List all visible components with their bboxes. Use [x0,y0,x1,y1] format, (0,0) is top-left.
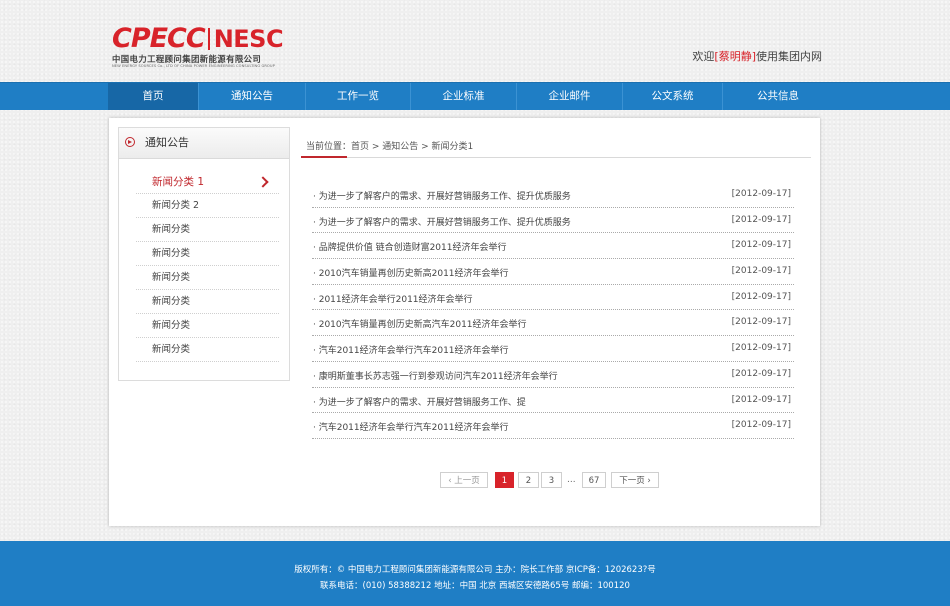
sidebar-item-label: 新闻分类 [152,224,191,235]
news-date: [2012-09-17] [731,291,791,302]
news-date: [2012-09-17] [731,266,791,277]
sidebar: 通知公告 新闻分类 1 新闻分类 2 新闻分类 新闻分类 新闻分类 新闻分类 新… [118,127,290,381]
news-title[interactable]: · 2011经济年会举行2011经济年会举行 [313,292,473,305]
chevron-right-icon: › [644,476,651,486]
news-title[interactable]: · 2010汽车销量再创历史新高2011经济年会举行 [313,266,509,279]
news-date: [2012-09-17] [731,214,791,225]
page-button-3[interactable]: 3 [541,472,562,488]
chevron-right-icon [257,176,269,188]
sidebar-item-label: 新闻分类 [152,272,191,283]
list-item[interactable]: · 2011经济年会举行2011经济年会举行 [2012-09-17] [312,285,794,311]
sidebar-item-label: 新闻分类 1 [152,176,205,188]
header: CPECC NESC 中国电力工程顾问集团新能源有限公司 NEW ENERGY … [0,0,950,82]
sidebar-item-category-1[interactable]: 新闻分类 1 [136,170,279,194]
news-title[interactable]: · 为进一步了解客户的需求、开展好营销服务工作、提 [313,395,526,408]
welcome-suffix: 使用集团内网 [756,50,822,63]
nav-item-documents[interactable]: 公文系统 [623,83,723,110]
news-date: [2012-09-17] [731,394,791,405]
logo-wordmark: CPECC NESC [112,23,284,54]
footer-copyright: 版权所有：© 中国电力工程顾问集团新能源有限公司 主办：院长工作部 京ICP备：… [294,565,656,575]
nav-item-public-info[interactable]: 公共信息 [723,83,833,110]
sidebar-item-category[interactable]: 新闻分类 [136,314,279,338]
nav-item-standards[interactable]: 企业标准 [411,83,517,110]
sidebar-header: 通知公告 [119,128,289,159]
sidebar-item-label: 新闻分类 [152,320,191,331]
news-list: · 为进一步了解客户的需求、开展好营销服务工作、提升优质服务 [2012-09-1… [312,182,794,439]
news-title[interactable]: · 康明斯董事长苏志强一行到参观访问汽车2011经济年会举行 [313,369,558,382]
news-date: [2012-09-17] [731,189,791,199]
arrow-circle-icon [125,137,135,147]
logo-nesc: NESC [213,25,284,53]
breadcrumb-text[interactable]: 当前位置：首页 > 通知公告 > 新闻分类1 [306,139,473,152]
page-button-1[interactable]: 1 [495,472,514,488]
page-button-2[interactable]: 2 [518,472,539,488]
list-item[interactable]: · 品牌提供价值 链合创造财富2011经济年会举行 [2012-09-17] [312,233,794,260]
news-date: [2012-09-17] [731,420,791,431]
news-title[interactable]: · 汽车2011经济年会举行汽车2011经济年会举行 [313,343,509,356]
list-item[interactable]: · 康明斯董事长苏志强一行到参观访问汽车2011经济年会举行 [2012-09-1… [312,362,794,388]
nav-item-notices[interactable]: 通知公告 [199,83,306,110]
news-title[interactable]: · 为进一步了解客户的需求、开展好营销服务工作、提升优质服务 [313,189,571,202]
sidebar-item-label: 新闻分类 [152,296,191,307]
sidebar-item-label: 新闻分类 [152,344,191,355]
nav-item-work[interactable]: 工作一览 [306,83,411,110]
next-page-label: 下一页 [619,476,645,486]
logo-cpecc: CPECC [112,23,206,54]
news-date: [2012-09-17] [731,317,791,328]
nav-item-mail[interactable]: 企业邮件 [517,83,623,110]
nav-item-home[interactable]: 首页 [108,83,199,110]
prev-page-button[interactable]: ‹ 上一页 [440,472,488,488]
user-name[interactable]: [蔡明静] [714,50,756,63]
footer: 版权所有：© 中国电力工程顾问集团新能源有限公司 主办：院长工作部 京ICP备：… [0,541,950,606]
sidebar-item-category[interactable]: 新闻分类 [136,290,279,314]
sidebar-item-label: 新闻分类 [152,248,191,259]
company-logo[interactable]: CPECC NESC 中国电力工程顾问集团新能源有限公司 NEW ENERGY … [112,23,284,69]
list-item[interactable]: · 为进一步了解客户的需求、开展好营销服务工作、提升优质服务 [2012-09-1… [312,182,794,208]
news-title[interactable]: · 品牌提供价值 链合创造财富2011经济年会举行 [313,240,507,253]
sidebar-title: 通知公告 [145,136,189,149]
sidebar-item-category-2[interactable]: 新闻分类 2 [136,194,279,218]
news-title[interactable]: · 为进一步了解客户的需求、开展好营销服务工作、提升优质服务 [313,215,571,228]
prev-page-label: 上一页 [454,476,480,486]
breadcrumb: 当前位置：首页 > 通知公告 > 新闻分类1 [301,135,811,158]
pagination-ellipsis: ... [567,475,576,485]
news-date: [2012-09-17] [731,343,791,354]
main-nav: 首页 通知公告 工作一览 企业标准 企业邮件 公文系统 公共信息 [0,82,950,110]
breadcrumb-underline [301,156,347,158]
list-item[interactable]: · 汽车2011经济年会举行汽车2011经济年会举行 [2012-09-17] [312,336,794,362]
sidebar-item-category[interactable]: 新闻分类 [136,338,279,362]
list-item[interactable]: · 2010汽车销量再创历史新高2011经济年会举行 [2012-09-17] [312,259,794,285]
next-page-button[interactable]: 下一页 › [611,472,659,488]
news-title[interactable]: · 汽车2011经济年会举行汽车2011经济年会举行 [313,420,509,433]
news-date: [2012-09-17] [731,368,791,379]
list-item[interactable]: · 为进一步了解客户的需求、开展好营销服务工作、提 [2012-09-17] [312,388,794,414]
sidebar-item-category[interactable]: 新闻分类 [136,242,279,266]
list-item[interactable]: · 汽车2011经济年会举行汽车2011经济年会举行 [2012-09-17] [312,413,794,439]
welcome-message: 欢迎[蔡明静]使用集团内网 [692,48,822,64]
list-item[interactable]: · 为进一步了解客户的需求、开展好营销服务工作、提升优质服务 [2012-09-1… [312,208,794,234]
page-button-last[interactable]: 67 [582,472,606,488]
logo-subtitle-en: NEW ENERGY SOURCES Co., LTD OF CHINA POW… [112,64,275,68]
content-panel: 通知公告 新闻分类 1 新闻分类 2 新闻分类 新闻分类 新闻分类 新闻分类 新… [109,118,820,526]
logo-divider [207,28,210,50]
logo-subtitle-cn: 中国电力工程顾问集团新能源有限公司 [112,54,262,64]
sidebar-item-category[interactable]: 新闻分类 [136,266,279,290]
news-title[interactable]: · 2010汽车销量再创历史新高汽车2011经济年会举行 [313,317,527,330]
sidebar-list: 新闻分类 1 新闻分类 2 新闻分类 新闻分类 新闻分类 新闻分类 新闻分类 新… [136,170,279,362]
list-item[interactable]: · 2010汽车销量再创历史新高汽车2011经济年会举行 [2012-09-17] [312,310,794,337]
welcome-prefix: 欢迎 [692,50,715,63]
sidebar-item-category[interactable]: 新闻分类 [136,218,279,242]
sidebar-item-label: 新闻分类 2 [152,200,200,211]
news-date: [2012-09-17] [731,240,791,251]
footer-contact: 联系电话：(010) 58388212 地址：中国 北京 西城区安德路65号 邮… [320,581,630,591]
